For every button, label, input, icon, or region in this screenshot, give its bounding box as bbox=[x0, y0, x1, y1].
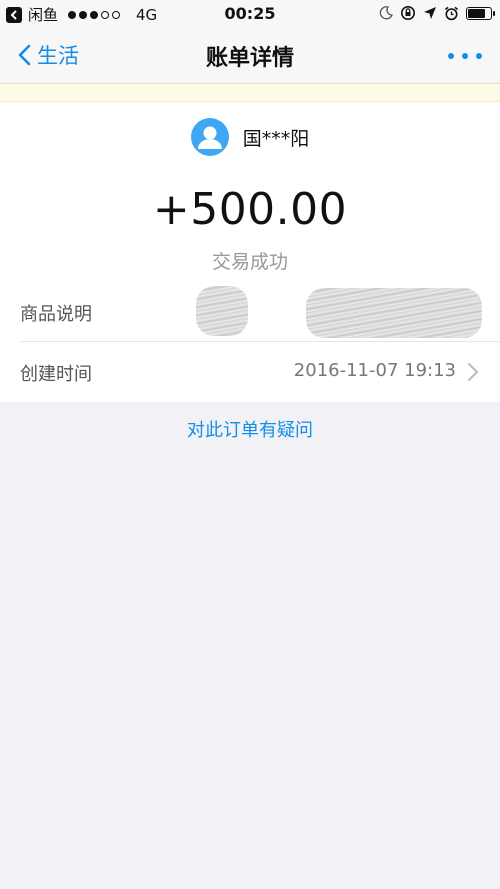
user-avatar-icon bbox=[190, 118, 229, 156]
notice-strip bbox=[0, 84, 500, 102]
chevron-right-icon bbox=[468, 363, 479, 381]
more-dots-icon[interactable] bbox=[448, 44, 482, 68]
order-dispute-link[interactable]: 对此订单有疑问 bbox=[0, 416, 500, 442]
location-arrow-icon bbox=[424, 7, 436, 19]
battery-icon bbox=[466, 6, 495, 20]
transaction-amount: +500.00 bbox=[152, 184, 348, 235]
created-time-value: 2016-11-07 19:13 bbox=[293, 360, 456, 381]
detail-row-created-time[interactable]: 创建时间 2016-11-07 19:13 bbox=[0, 342, 500, 402]
redaction-scribble bbox=[306, 288, 482, 338]
alarm-icon bbox=[444, 6, 459, 20]
payer-info[interactable]: 国***阳 bbox=[0, 118, 500, 156]
detail-label: 商品说明 bbox=[20, 304, 92, 325]
trade-status: 交易成功 bbox=[211, 251, 288, 273]
payer-name: 国***阳 bbox=[242, 127, 310, 150]
page-title: 账单详情 bbox=[205, 46, 294, 71]
status-bar: 闲鱼 4G 00:25 bbox=[0, 0, 500, 28]
battery-level bbox=[468, 8, 485, 18]
redaction-scribble bbox=[196, 286, 248, 336]
bill-detail-card: 国***阳 +500.00 交易成功 商品说明 创建时间 2016-11-07 … bbox=[0, 102, 500, 402]
navigation-bar: 生活 账单详情 bbox=[0, 28, 500, 84]
rotation-lock-icon bbox=[401, 6, 415, 20]
status-bar-right bbox=[379, 5, 495, 21]
moon-icon bbox=[379, 6, 393, 20]
detail-label: 创建时间 bbox=[20, 364, 92, 385]
